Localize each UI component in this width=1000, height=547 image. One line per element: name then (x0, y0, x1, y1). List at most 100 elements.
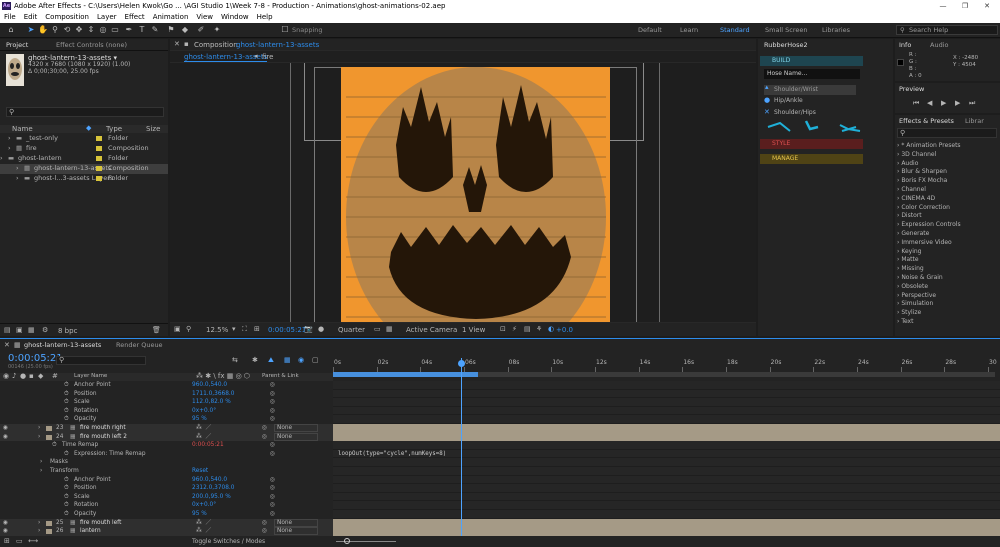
timeline-icon[interactable]: ▤ (524, 325, 531, 333)
pick-whip-icon[interactable]: ◎ (270, 415, 275, 424)
project-item[interactable]: › ▬ ghost-lantern Folder (0, 154, 168, 164)
expand-arrow-icon[interactable]: › (8, 134, 11, 143)
type-tool-icon[interactable]: T (137, 25, 147, 35)
workspace-learn[interactable]: Learn (680, 26, 698, 34)
tab-project[interactable]: Project (6, 41, 28, 49)
property-row[interactable]: ⏱ Rotation 0x+0.0° ◎ (0, 501, 333, 510)
search-help-field[interactable]: ⚲ Search Help (896, 25, 998, 35)
grid-icon[interactable]: ⊞ (254, 325, 260, 333)
next-frame-icon[interactable]: ▶ (955, 99, 960, 107)
hose-name-input[interactable]: Hose Name... (764, 69, 860, 79)
workspace-standard[interactable]: Standard (720, 26, 750, 34)
menu-view[interactable]: View (192, 12, 217, 23)
layer-switches-icon[interactable]: ⊞ (4, 537, 10, 545)
menu-help[interactable]: Help (253, 12, 277, 23)
pan-tool-icon[interactable]: ✥ (74, 25, 84, 35)
layer-duration-bar[interactable] (333, 424, 1000, 433)
label-color-swatch[interactable] (46, 426, 52, 431)
column-parent-link[interactable]: Parent & Link (262, 373, 299, 379)
expand-arrow-icon[interactable]: › (38, 527, 40, 536)
tab-info[interactable]: Info (899, 41, 911, 49)
transparency-grid-icon[interactable]: ▦ (386, 325, 393, 333)
pick-whip-icon[interactable]: ◎ (270, 493, 275, 502)
effect-category[interactable]: › * Animation Presets (897, 141, 961, 150)
current-time-display[interactable]: 0:00:05:21 (268, 326, 306, 334)
previous-frame-icon[interactable]: ◀ (927, 99, 932, 107)
close-tab-icon[interactable]: ✕ (174, 40, 180, 48)
region-of-interest-icon[interactable]: ▭ (374, 325, 381, 333)
label-color-swatch[interactable] (46, 529, 52, 535)
property-value[interactable]: 95 % (192, 415, 207, 424)
effect-category[interactable]: › Generate (897, 229, 929, 238)
pick-whip-icon[interactable]: ◎ (270, 441, 275, 450)
selection-tool-icon[interactable]: ➤ (26, 25, 36, 35)
pick-whip-icon[interactable]: ◎ (270, 484, 275, 493)
pick-whip-icon[interactable]: ◎ (262, 519, 267, 528)
parent-dropdown[interactable]: None (274, 432, 318, 441)
effect-category[interactable]: › Obsolete (897, 282, 928, 291)
dolly-tool-icon[interactable]: ⇕ (86, 25, 96, 35)
effect-category[interactable]: › Audio (897, 159, 918, 168)
home-icon[interactable]: ⌂ (6, 25, 16, 35)
column-layer-name[interactable]: Layer Name (74, 373, 107, 379)
resolution-dropdown[interactable]: Quarter (338, 326, 365, 334)
effect-category[interactable]: › Distort (897, 211, 922, 220)
label-color-swatch[interactable] (46, 520, 52, 526)
pick-whip-icon[interactable]: ◎ (270, 407, 275, 416)
layer-row[interactable]: ◉ › 26 ▦ lantern ⁂ ／ ◎ None (0, 527, 333, 536)
composition-tab-prefix[interactable]: Composition (194, 41, 238, 49)
workspace-libraries[interactable]: Libraries (822, 26, 850, 34)
property-row[interactable]: ⏱ Position 1711.0,3668.0 ◎ (0, 390, 333, 399)
pick-whip-icon[interactable]: ◎ (270, 450, 275, 459)
settings-icon[interactable]: ⚙ (42, 326, 48, 334)
effect-category[interactable]: › Perspective (897, 291, 936, 300)
option-hip-ankle[interactable]: Hip/Ankle (774, 97, 803, 104)
property-row[interactable]: ⏱ Scale 112.0,82.0 % ◎ (0, 398, 333, 407)
brush-tool-icon[interactable]: ✎ (150, 25, 160, 35)
property-value[interactable]: 200.0,95.0 % (192, 493, 231, 502)
timeline-tab[interactable]: ghost-lantern-13-assets (24, 341, 101, 349)
minimize-icon[interactable]: — (932, 0, 954, 12)
effect-category[interactable]: › Keying (897, 247, 921, 256)
flowchart-icon[interactable]: ⚘ (536, 325, 542, 333)
project-item[interactable]: › ▬ ghost-l...3-assets Layers Folder (0, 174, 168, 184)
maximize-icon[interactable]: ❐ (954, 0, 976, 12)
property-value[interactable]: 95 % (192, 510, 207, 519)
frame-blending-icon[interactable]: ▦ (284, 356, 291, 364)
stopwatch-icon[interactable]: ⏱ (64, 407, 69, 416)
timeline-current-time[interactable]: 0:00:05:21 (8, 353, 63, 364)
effect-category[interactable]: › Matte (897, 255, 919, 264)
roto-brush-icon[interactable]: ✐ (196, 25, 206, 35)
stopwatch-icon[interactable]: ⏱ (64, 381, 69, 390)
property-row[interactable]: ⏱ Time Remap 0:00:05:21 ◎ (0, 441, 333, 450)
property-value[interactable]: 1711.0,3668.0 (192, 390, 234, 399)
property-group-row[interactable]: › Transform Reset (0, 467, 333, 476)
label-color-swatch[interactable] (96, 136, 102, 141)
option-shoulder-hips[interactable]: Shoulder/Hips (774, 109, 816, 116)
effect-category[interactable]: › Noise & Grain (897, 273, 943, 282)
property-value[interactable]: 112.0,82.0 % (192, 398, 231, 407)
playhead-handle[interactable] (457, 360, 465, 367)
label-color-swatch[interactable] (96, 156, 102, 161)
effect-category[interactable]: › Expression Controls (897, 220, 961, 229)
pick-whip-icon[interactable]: ◎ (270, 390, 275, 399)
property-value[interactable]: Reset (192, 467, 208, 476)
layer-duration-bar[interactable] (333, 518, 1000, 528)
menu-composition[interactable]: Composition (41, 12, 93, 23)
tab-audio[interactable]: Audio (930, 41, 948, 49)
effect-category[interactable]: › Color Correction (897, 203, 950, 212)
parent-dropdown[interactable]: None (274, 424, 318, 432)
interpret-footage-icon[interactable]: ▤ (4, 326, 11, 334)
property-value[interactable]: 960.0,540.0 (192, 381, 227, 390)
effect-category[interactable]: › Boris FX Mocha (897, 176, 947, 185)
stopwatch-icon[interactable]: ⏱ (64, 510, 69, 519)
parent-dropdown[interactable]: None (274, 527, 318, 536)
snapshot-icon[interactable]: 📷 (304, 325, 313, 333)
property-row[interactable]: ⏱ Anchor Point 960.0,540.0 ◎ (0, 381, 333, 390)
render-queue-tab[interactable]: Render Queue (116, 341, 163, 349)
expand-arrow-icon[interactable]: › (40, 467, 42, 476)
label-color-swatch[interactable] (46, 434, 52, 440)
label-color-swatch[interactable] (96, 176, 102, 181)
stopwatch-icon[interactable]: ⏱ (64, 398, 69, 407)
effect-category[interactable]: › Stylize (897, 308, 921, 317)
